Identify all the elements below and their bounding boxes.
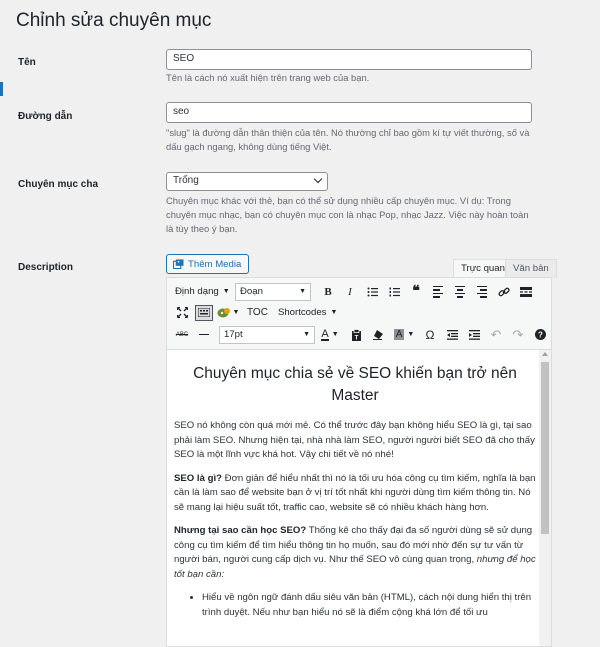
content-paragraph-2-text: Đơn giản để hiểu nhất thì nó là tối ưu h… <box>174 472 536 513</box>
parent-label: Chuyên mục cha <box>18 179 99 190</box>
editor: Định dạng ▼ Đoạn ▼ B I ❝ ▼ TOC Shortcode… <box>166 277 552 647</box>
editor-content: Chuyên mục chia sẻ về SEO khiến bạn trở … <box>174 358 536 620</box>
toolbar-toggle-icon[interactable] <box>195 304 213 321</box>
shortcodes-dropdown-label: Shortcodes <box>277 307 327 318</box>
align-center-icon[interactable] <box>449 283 471 301</box>
content-paragraph-3-bold: Nhưng tại sao cần học SEO? <box>174 525 307 536</box>
scroll-up-icon[interactable] <box>542 352 548 356</box>
clear-formatting-icon[interactable] <box>367 326 389 344</box>
strikethrough-icon[interactable]: ABC <box>171 326 193 344</box>
align-left-icon[interactable] <box>427 283 449 301</box>
scrollbar-thumb[interactable] <box>541 362 549 534</box>
slug-input[interactable]: seo <box>166 102 532 123</box>
blockquote-icon[interactable]: ❝ <box>405 283 427 301</box>
font-size-dropdown[interactable]: 17pt ▼ <box>219 325 315 344</box>
content-list: Hiểu về ngôn ngữ đánh dấu siêu văn bản (… <box>174 591 536 620</box>
italic-icon[interactable]: I <box>339 283 361 301</box>
format-dropdown-label: Định dạng <box>175 286 219 297</box>
toolbar-row-2: ▼ TOC Shortcodes ▼ <box>167 302 551 323</box>
chevron-down-icon <box>313 174 323 184</box>
text-color-icon[interactable]: A ▼ <box>315 326 345 344</box>
fullscreen-icon[interactable] <box>171 304 193 322</box>
svg-text:T: T <box>354 335 358 341</box>
background-color-icon[interactable]: A ▼ <box>389 326 419 344</box>
parent-select[interactable]: Trống <box>166 172 328 191</box>
toolbar-row-3: ABC 17pt ▼ A ▼ T A ▼ Ω ↶ ↷ ? <box>167 324 551 345</box>
caret-down-icon: ▼ <box>232 309 240 316</box>
content-paragraph-1: SEO nó không còn quá mới mẻ. Có thể trướ… <box>174 420 535 460</box>
slug-help-text: "slug" là đường dẫn thân thiện của tên. … <box>166 127 530 152</box>
indent-icon[interactable] <box>463 326 485 344</box>
add-media-button[interactable]: Thêm Media <box>166 254 250 274</box>
bold-icon[interactable]: B <box>317 283 339 301</box>
plugin-icon[interactable]: ▼ <box>215 304 241 322</box>
shortcodes-dropdown[interactable]: Shortcodes ▼ <box>274 304 341 322</box>
undo-icon[interactable]: ↶ <box>485 326 507 344</box>
read-more-icon[interactable] <box>515 283 537 301</box>
caret-down-icon: ▼ <box>222 288 230 295</box>
caret-down-icon: ▼ <box>303 331 310 338</box>
parent-help-text: Chuyên mục khác với thẻ, bạn có thể sử d… <box>166 195 529 234</box>
name-input[interactable]: SEO <box>166 49 532 70</box>
content-paragraph-3: Nhưng tại sao cần học SEO? Thống kê cho … <box>174 524 536 582</box>
description-label: Description <box>18 262 74 273</box>
paragraph-dropdown[interactable]: Đoạn ▼ <box>235 282 311 301</box>
link-icon[interactable] <box>493 283 515 301</box>
toc-button[interactable]: TOC <box>241 304 274 322</box>
media-icon <box>173 259 184 269</box>
paragraph-dropdown-label: Đoạn <box>240 286 263 297</box>
paste-as-text-icon[interactable]: T <box>345 326 367 344</box>
list-item: Hiểu về ngôn ngữ đánh dấu siêu văn bản (… <box>202 591 536 620</box>
help-icon[interactable]: ? <box>529 326 551 344</box>
caret-down-icon: ▼ <box>330 309 338 316</box>
toolbar-row-1: Định dạng ▼ Đoạn ▼ B I ❝ <box>167 281 551 302</box>
content-paragraph-2-bold: SEO là gì? <box>174 472 222 484</box>
align-right-icon[interactable] <box>471 283 493 301</box>
format-dropdown[interactable]: Định dạng ▼ <box>171 283 235 301</box>
caret-down-icon: ▼ <box>299 288 306 295</box>
slug-label: Đường dẫn <box>18 111 73 122</box>
name-help-text: Tên là cách nó xuất hiện trên trang web … <box>166 72 370 83</box>
admin-menu-indicator <box>0 82 3 96</box>
font-size-value: 17pt <box>224 329 243 340</box>
horizontal-line-icon[interactable] <box>193 326 215 344</box>
editor-scrollbar[interactable] <box>539 350 551 646</box>
name-label: Tên <box>18 57 36 68</box>
outdent-icon[interactable] <box>441 326 463 344</box>
page-title: Chỉnh sửa chuyên mục <box>16 10 212 31</box>
svg-text:?: ? <box>538 331 543 340</box>
content-paragraph-2: SEO là gì? Đơn giản để hiểu nhất thì nó … <box>174 472 536 516</box>
special-character-icon[interactable]: Ω <box>419 326 441 344</box>
redo-icon[interactable]: ↷ <box>507 326 529 344</box>
editor-content-area[interactable]: Chuyên mục chia sẻ về SEO khiến bạn trở … <box>167 349 551 646</box>
add-media-label: Thêm Media <box>188 258 242 270</box>
numbered-list-icon[interactable] <box>383 283 405 301</box>
tab-text[interactable]: Văn bản <box>505 259 557 278</box>
bullet-list-icon[interactable] <box>361 283 383 301</box>
parent-select-value: Trống <box>173 175 199 186</box>
content-heading: Chuyên mục chia sẻ về SEO khiến bạn trở … <box>193 365 517 404</box>
tab-visual[interactable]: Trực quan <box>453 259 513 278</box>
